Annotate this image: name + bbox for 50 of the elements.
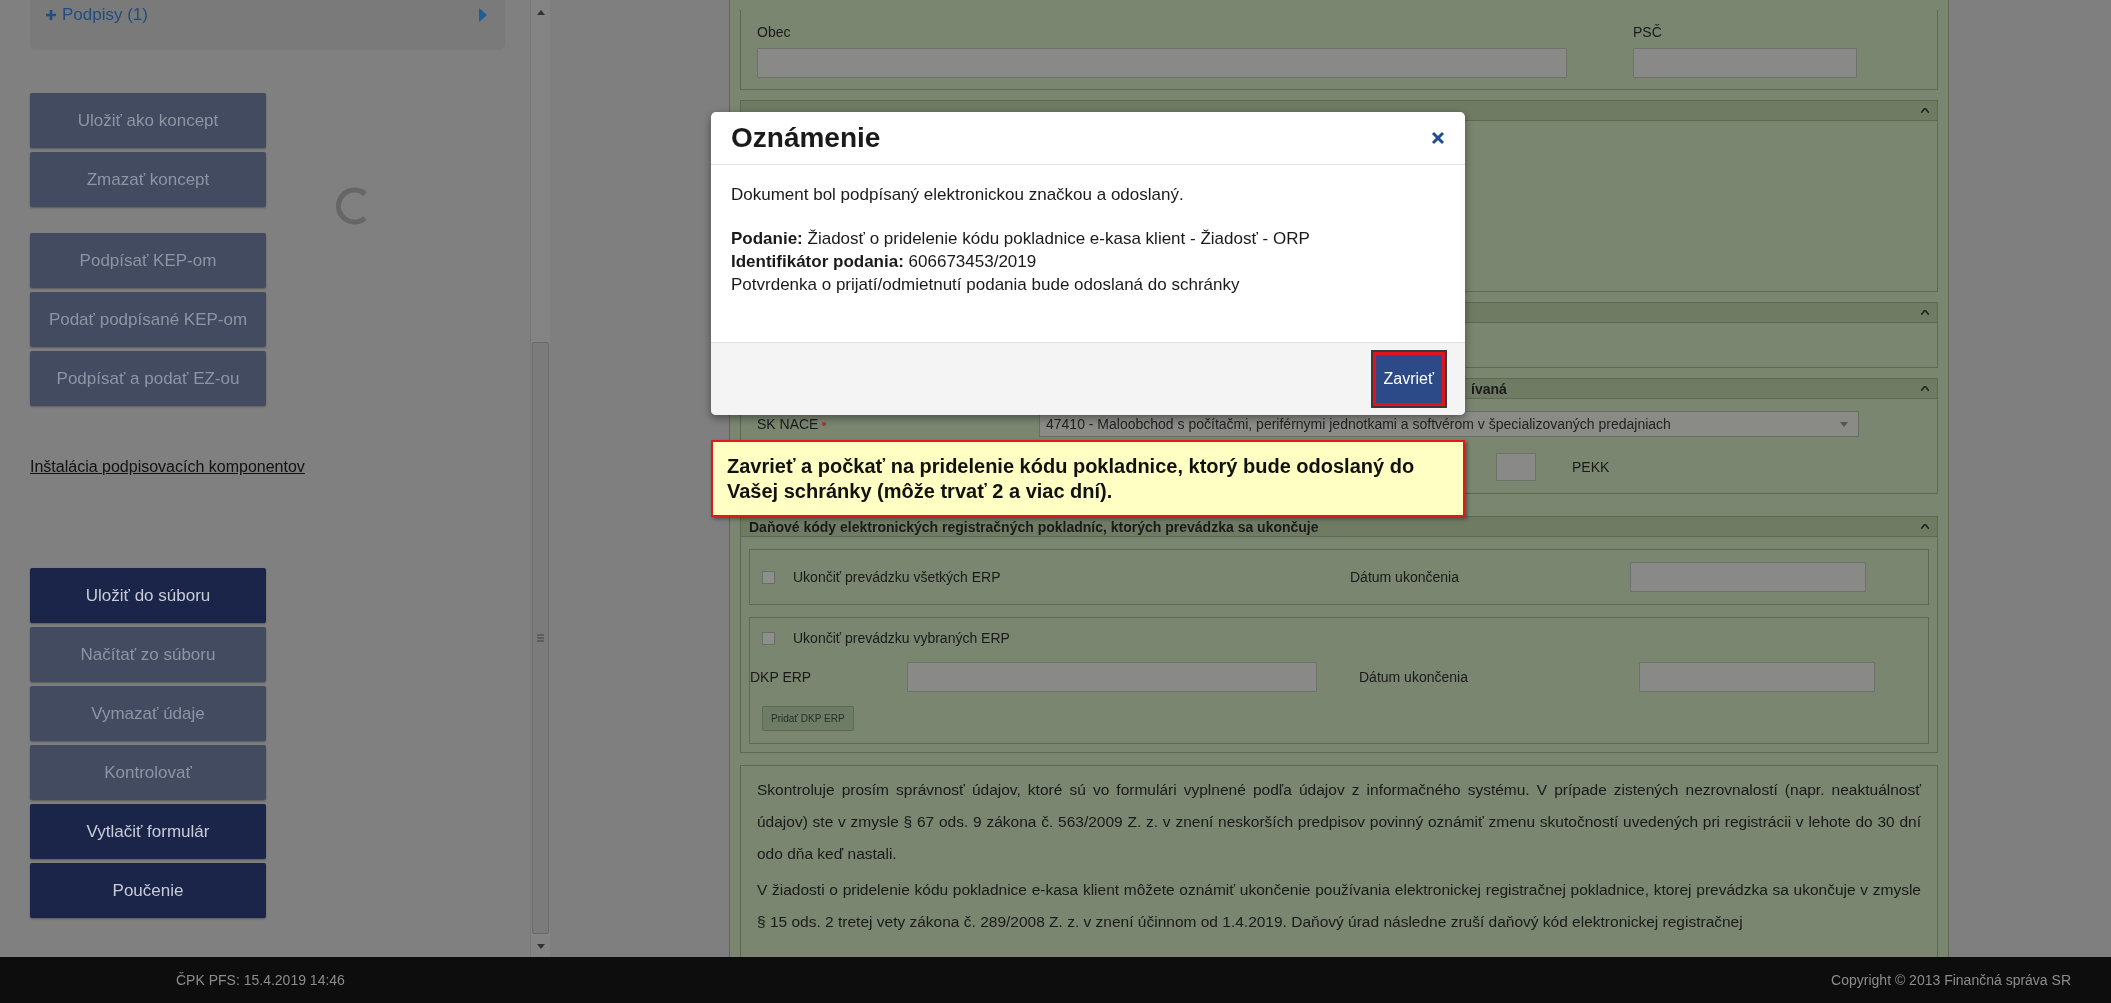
dialog-message: Dokument bol podpísaný elektronickou značkou a odoslaný.	[731, 185, 1185, 205]
checkbox-label[interactable]: Ukončiť prevádzku všetkých ERP	[793, 569, 1350, 585]
scrollbar[interactable]	[530, 0, 550, 957]
close-button[interactable]: Zavrieť	[1372, 352, 1445, 406]
field-label: PEKK	[1572, 459, 1610, 475]
input-field[interactable]	[757, 48, 1567, 78]
sidebar-button[interactable]: Uložiť do súboru	[30, 568, 266, 623]
checkbox-label[interactable]: Ukončiť prevádzku vybraných ERP	[793, 630, 1350, 646]
field-label: Dátum ukončenia	[1359, 669, 1469, 685]
dialog-text: Potvrdenka o prijatí/odmietnutí podania bude odoslaná do schránky	[731, 274, 1241, 296]
info-paragraph: V žiadosti o pridelenie kódu pokladnice e-kasa klient môžete oznámiť ukončenie používania elektronickej registračnej pokladnice, ktorej prevádzka sa ukončuje v zmysle § 15 ods. 2 tretej vety zákona č. 289/2008 Z. z. v znení účinnom od 1.4.2019. Daňový úrad následne zruší daňový kód elektronickej registračnej	[757, 880, 1921, 932]
scroll-down-icon[interactable]	[536, 944, 545, 949]
chevron-up-icon[interactable]	[1921, 524, 1929, 529]
signatures-panel[interactable]: Podpisy (1)	[30, 0, 505, 50]
checkbox[interactable]	[762, 631, 775, 645]
checkbox[interactable]	[762, 570, 775, 584]
select-field[interactable]: 47410 - Maloobchod s počítačmi, periférnymi jednotkami a softvérom v špecializovaných predajniach	[1039, 411, 1859, 437]
input-field[interactable]	[1496, 453, 1536, 481]
chevron-up-icon[interactable]	[1921, 386, 1929, 391]
signatures-label[interactable]: Podpisy (1)	[62, 5, 473, 25]
field-label: SK NACE	[757, 416, 819, 432]
field-label: Obec	[757, 24, 792, 40]
dialog-text: Identifikátor podania: 606673453/2019	[731, 251, 1038, 273]
tooltip: Zavrieť a počkať na pridelenie kódu pokladnice, ktorý bude odoslaný do Vašej schránky (môže trvať 2 a viac dní).	[711, 440, 1465, 517]
field-label: PSČ	[1633, 24, 1663, 40]
section-title: Daňové kódy elektronických registračných pokladníc, ktorých prevádzka sa ukončuje	[749, 518, 1319, 535]
plus-icon	[46, 10, 56, 20]
input-field[interactable]	[1633, 48, 1857, 78]
section-title: ívaná	[1471, 380, 1507, 397]
info-paragraph: Skontroluje prosím správnosť údajov, ktoré sú vo formulári vyplnené podľa údajov z informačného systému. V prípade zistených nezrovnalostí (napr. neaktuálnosť údajov) ste v zmysle § 67 ods. 9 zákona č. 563/2009 Z. z. v znení neskorších predpisov povinný oznámiť zmenu skutočností uvedených pri registrácii v lehote do 30 dní odo dňa keď nastali.	[757, 780, 1921, 864]
footer-timestamp: ČPK PFS: 15.4.2019 14:46	[176, 972, 345, 988]
field-label: Dátum ukončenia	[1350, 569, 1460, 585]
grip-icon[interactable]	[537, 634, 544, 642]
copyright-text: Copyright © 2013 Finančná správa SR	[1831, 972, 2071, 988]
date-field[interactable]	[1639, 662, 1875, 692]
dialog-text: Podanie: Žiadosť o pridelenie kódu pokladnice e-kasa klient - Žiadosť - ORP	[731, 228, 1311, 250]
field-label: DKP ERP	[750, 669, 813, 685]
triangle-right-icon[interactable]	[479, 8, 487, 22]
sidebar-button[interactable]: Poučenie	[30, 863, 266, 918]
chevron-up-icon[interactable]	[1921, 108, 1929, 113]
date-field[interactable]	[1630, 562, 1866, 592]
install-link[interactable]: Inštalácia podpisovacích komponentov	[30, 458, 305, 476]
close-icon[interactable]	[1431, 131, 1445, 145]
chevron-up-icon[interactable]	[1921, 310, 1929, 315]
sidebar-button[interactable]: Vytlačiť formulár	[30, 804, 266, 859]
add-button[interactable]: Pridať DKP ERP	[762, 706, 854, 731]
dialog-title: Oznámenie	[731, 122, 881, 154]
scroll-up-icon[interactable]	[536, 10, 545, 15]
input-field[interactable]	[907, 662, 1317, 692]
dropdown-caret-icon[interactable]	[1840, 421, 1848, 427]
